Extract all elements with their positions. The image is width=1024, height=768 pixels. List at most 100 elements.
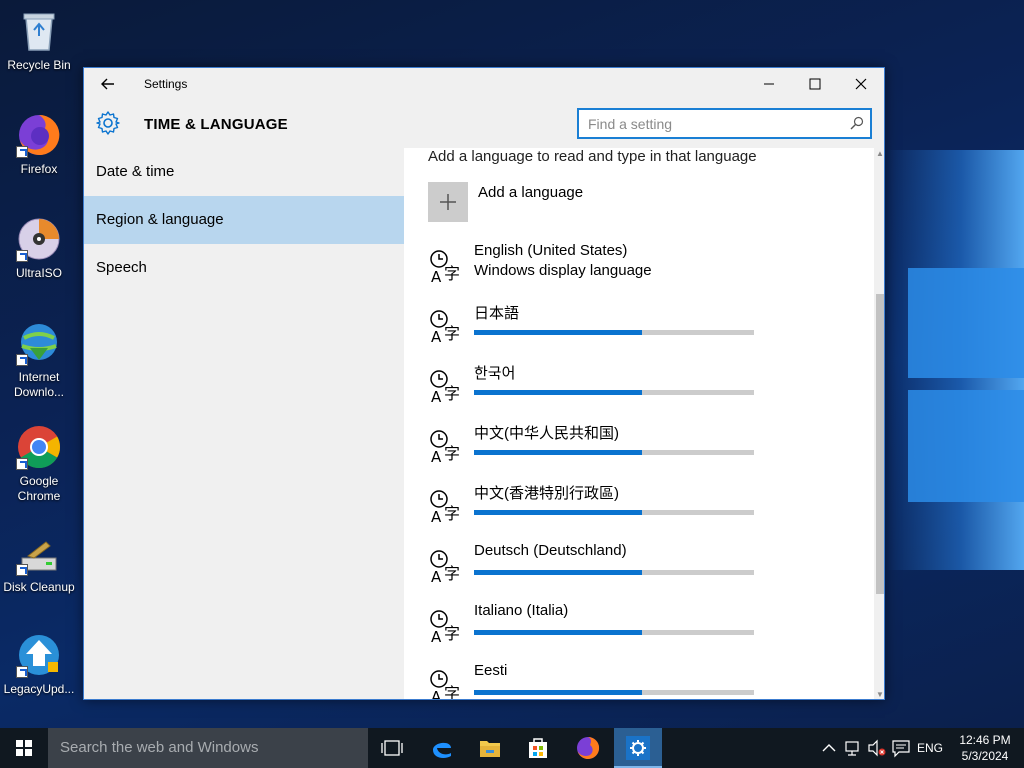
desktop-icon-internet-download-manager[interactable]: Internet Downlo... [0, 320, 78, 400]
language-item[interactable]: A字 中文(香港特別行政區) [428, 482, 848, 538]
settings-window: Settings TIME & LANGUAGE Date & time [83, 67, 885, 700]
language-progress-bar [474, 390, 754, 395]
language-clock-icon: A字 [428, 488, 464, 526]
gear-icon [626, 736, 650, 760]
settings-header: TIME & LANGUAGE [84, 100, 884, 148]
taskbar-edge[interactable] [418, 728, 466, 768]
desktop-icon-ultraiso[interactable]: UltraISO [0, 216, 78, 281]
disc-icon [16, 216, 62, 262]
taskbar-store[interactable] [514, 728, 562, 768]
desktop-icon-firefox[interactable]: Firefox [0, 112, 78, 177]
language-name: Eesti [474, 662, 508, 679]
scroll-down-arrow-icon[interactable]: ▼ [874, 689, 884, 699]
folder-icon [480, 741, 500, 757]
language-progress-bar [474, 330, 754, 335]
legacy-update-icon [16, 632, 62, 678]
sidebar-item-region-language[interactable]: Region & language [84, 196, 404, 244]
start-button[interactable] [0, 728, 48, 768]
back-arrow-icon[interactable] [96, 73, 120, 95]
taskbar-firefox[interactable] [564, 728, 612, 768]
svg-text:A: A [431, 508, 442, 524]
clock-time: 12:46 PM [959, 733, 1011, 747]
window-title: Settings [144, 77, 188, 91]
language-name: 中文(中华人民共和国) [474, 425, 619, 442]
language-item[interactable]: A字 Eesti [428, 662, 848, 700]
languages-panel: Add a language to read and type in that … [404, 148, 884, 700]
svg-text:字: 字 [444, 384, 460, 403]
desktop-icon-disk-cleanup[interactable]: Disk Cleanup [0, 538, 78, 595]
language-clock-icon: A字 [428, 308, 464, 346]
scrollbar-thumb[interactable] [876, 294, 884, 594]
content-scrollbar[interactable]: ▲ ▼ [874, 148, 884, 699]
store-icon [529, 738, 547, 758]
language-progress-bar [474, 690, 754, 695]
scroll-up-arrow-icon[interactable]: ▲ [874, 148, 884, 160]
language-clock-icon: A字 [428, 428, 464, 466]
task-view-button[interactable] [368, 728, 416, 768]
close-button[interactable] [838, 68, 884, 100]
volume-muted-icon[interactable] [866, 728, 888, 768]
chrome-icon [16, 424, 62, 470]
firefox-icon [577, 736, 600, 759]
input-language-indicator[interactable]: ENG [914, 728, 946, 768]
language-name: Deutsch (Deutschland) [474, 542, 627, 559]
language-progress-bar [474, 630, 754, 635]
svg-text:字: 字 [444, 264, 460, 283]
sidebar-item-date-time[interactable]: Date & time [84, 148, 404, 196]
taskbar-clock[interactable]: 12:46 PM 5/3/2024 [950, 732, 1020, 764]
task-view-icon [381, 740, 403, 756]
wallpaper-pane [908, 268, 1024, 378]
show-hidden-icons-chevron-icon[interactable] [818, 728, 840, 768]
disk-cleanup-icon [16, 538, 62, 576]
maximize-button[interactable] [792, 68, 838, 100]
desktop-icon-legacy-update[interactable]: LegacyUpd... [0, 632, 78, 697]
network-icon[interactable] [842, 728, 864, 768]
minimize-button[interactable] [746, 68, 792, 100]
desktop-icon-label: Disk Cleanup [3, 580, 75, 594]
language-clock-icon: A字 [428, 548, 464, 586]
svg-text:A: A [431, 568, 442, 584]
language-progress-bar [474, 510, 754, 515]
language-item[interactable]: A字 한국어 [428, 362, 848, 418]
language-clock-icon: A字 [428, 368, 464, 406]
search-input[interactable] [579, 110, 829, 137]
desktop-icon-label: UltraISO [15, 266, 62, 280]
svg-text:字: 字 [444, 444, 460, 463]
language-item[interactable]: A字 中文(中华人民共和国) [428, 422, 848, 478]
sidebar-item-speech[interactable]: Speech [84, 244, 404, 292]
search-icon[interactable] [850, 116, 864, 130]
desktop-icon-google-chrome[interactable]: Google Chrome [0, 424, 78, 504]
recycle-bin-icon [16, 8, 62, 54]
svg-text:A: A [431, 388, 442, 404]
desktop-icon-label: Google Chrome [17, 474, 61, 503]
language-item[interactable]: A字 Italiano (Italia) [428, 602, 848, 658]
add-language-label: Add a language [478, 184, 584, 201]
taskbar-file-explorer[interactable] [466, 728, 514, 768]
language-item[interactable]: A字 Deutsch (Deutschland) [428, 542, 848, 598]
svg-text:字: 字 [444, 324, 460, 343]
language-item[interactable]: A字 日本語 [428, 302, 848, 358]
svg-text:A: A [431, 328, 442, 344]
language-item-english[interactable]: A字 English (United States) Windows displ… [428, 242, 848, 298]
language-clock-icon: A字 [428, 668, 464, 700]
language-progress-bar [474, 570, 754, 575]
language-name: Italiano (Italia) [474, 602, 569, 619]
language-progress-bar [474, 450, 754, 455]
desktop-icon-label: Internet Downlo... [13, 370, 65, 399]
edge-icon [433, 742, 451, 758]
desktop-icon-label: LegacyUpd... [3, 682, 75, 696]
windows-logo-icon [16, 740, 32, 756]
desktop-icon-recycle-bin[interactable]: Recycle Bin [0, 8, 78, 73]
title-bar: Settings [84, 68, 884, 100]
taskbar-settings[interactable] [614, 728, 662, 768]
language-name: 한국어 [474, 365, 516, 382]
gear-icon [95, 110, 121, 136]
svg-text:字: 字 [444, 504, 460, 523]
find-setting-search[interactable] [577, 108, 872, 139]
taskbar: Search the web and Windows ENG 12:46 PM … [0, 728, 1024, 768]
action-center-icon[interactable] [890, 728, 912, 768]
languages-intro-text: Add a language to read and type in that … [428, 148, 757, 165]
language-clock-icon: A字 [428, 248, 464, 286]
taskbar-search-box[interactable]: Search the web and Windows [48, 728, 368, 768]
svg-text:A: A [431, 688, 442, 700]
